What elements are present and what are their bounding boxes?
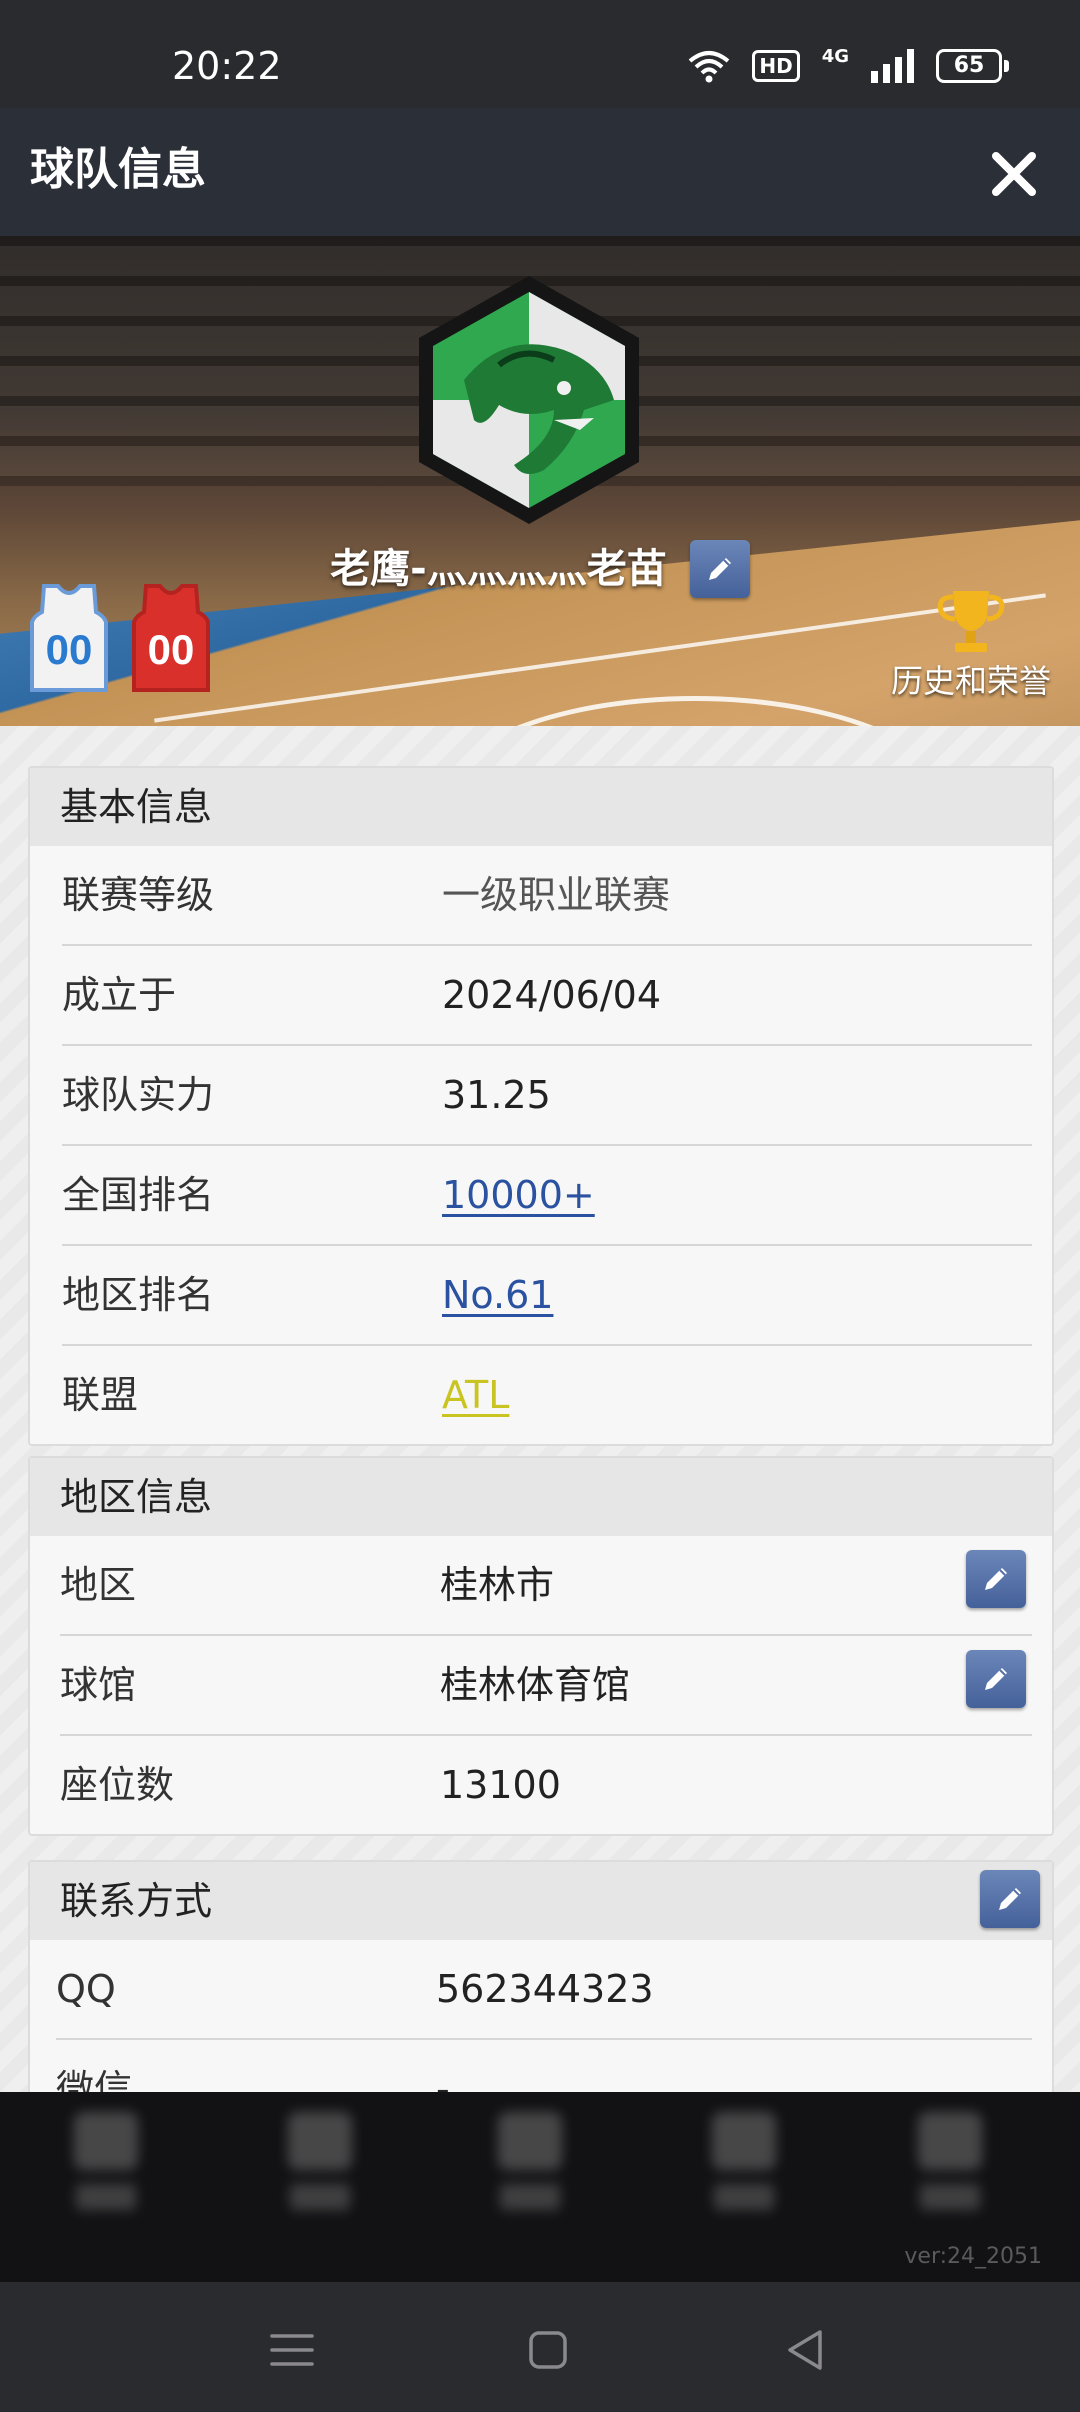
row-value: 31.25 [442,1073,551,1117]
edit-arena-button[interactable] [966,1650,1026,1708]
row-value: 一级职业联赛 [442,873,671,917]
national-rank-link[interactable]: 10000+ [442,1170,595,1220]
panel-header: 地区信息 [30,1458,1052,1536]
edit-team-name-button[interactable] [689,540,750,598]
row-value: - [436,2067,450,2092]
row-label: 地区排名 [62,1273,215,1317]
info-row-region: 地区 桂林市 [60,1536,1032,1636]
edit-region-button[interactable] [966,1550,1026,1608]
home-jersey-icon[interactable]: 00 [24,582,114,694]
row-label: 球馆 [60,1663,137,1707]
row-label: 全国排名 [62,1173,215,1217]
row-value: 2024/06/04 [442,973,662,1017]
trophy-icon [937,591,1005,652]
row-label: 球队实力 [62,1073,215,1117]
signal-icon [871,49,914,83]
back-icon[interactable] [776,2320,836,2380]
network-type: 4G [821,46,849,67]
nav-item-2[interactable] [280,2112,360,2222]
contact-info-panel: 联系方式 QQ 562344323 微信 - [28,1860,1054,2092]
edit-contact-button[interactable] [980,1870,1040,1928]
nav-item-4[interactable] [704,2112,784,2222]
content-area[interactable]: 基本信息 联赛等级 一级职业联赛 成立于 2024/06/04 球队实力 31.… [0,726,1080,2092]
home-icon[interactable] [518,2320,578,2380]
status-icons: HD 4G 65 [688,44,1009,88]
away-jersey-number: 00 [148,626,195,673]
row-value: 562344323 [436,1967,654,2011]
status-bar: 20:22 HD 4G 65 [0,0,1080,108]
home-jersey-number: 00 [46,626,93,673]
row-label: QQ [56,1967,116,2011]
alliance-link[interactable]: ATL [442,1370,509,1420]
region-info-panel: 地区信息 地区 桂林市 球馆 桂林体育馆 座位数 13100 [28,1456,1054,1836]
battery-level: 65 [953,53,985,78]
wifi-icon [689,51,730,83]
row-label: 地区 [60,1563,137,1607]
regional-rank-link[interactable]: No.61 [442,1270,553,1320]
info-row-arena: 球馆 桂林体育馆 [60,1636,1032,1736]
away-jersey-icon[interactable]: 00 [126,582,216,694]
nav-item-5[interactable] [910,2112,990,2222]
hd-badge: HD [752,50,800,82]
jerseys: 00 00 [24,582,216,694]
team-logo-dragon-icon [419,276,639,524]
basic-info-panel: 基本信息 联赛等级 一级职业联赛 成立于 2024/06/04 球队实力 31.… [28,766,1054,1446]
honors-button[interactable]: 历史和荣誉 [876,585,1066,701]
version-label: ver:24_2051 [904,2244,1042,2269]
row-label: 座位数 [60,1763,175,1807]
title-bar: 球队信息 [0,108,1080,236]
bottom-nav: ver:24_2051 [0,2092,1080,2282]
row-label: 联赛等级 [62,873,215,917]
info-row-regional-rank: 地区排名 No.61 [62,1246,1032,1346]
nav-item-1[interactable] [66,2112,146,2222]
panel-header: 基本信息 [30,768,1052,846]
page-title: 球队信息 [30,144,206,195]
team-name: 老鹰-灬灬灬灬老苗 [330,546,667,592]
row-label: 联盟 [62,1373,139,1417]
status-time: 20:22 [172,44,282,88]
info-row-team-strength: 球队实力 31.25 [62,1046,1032,1146]
row-value: 桂林市 [440,1563,555,1607]
info-row-seats: 座位数 13100 [60,1736,1032,1834]
row-label: 微信 [56,2067,133,2092]
pencil-icon [999,1888,1021,1910]
panel-title: 地区信息 [60,1475,213,1519]
panel-title: 基本信息 [60,785,213,829]
row-value: 桂林体育馆 [440,1663,631,1707]
info-row-founded: 成立于 2024/06/04 [62,946,1032,1046]
panel-title: 联系方式 [60,1879,213,1923]
info-row-alliance: 联盟 ATL [62,1346,1032,1444]
close-icon[interactable] [986,146,1042,202]
honors-label: 历史和荣誉 [890,662,1051,700]
info-row-national-rank: 全国排名 10000+ [62,1146,1032,1246]
pencil-icon [708,558,731,580]
row-value: 13100 [440,1763,561,1807]
row-label: 成立于 [62,973,177,1017]
panel-header: 联系方式 [30,1862,1052,1940]
info-row-qq: QQ 562344323 [56,1940,1032,2040]
info-row-wechat: 微信 - [56,2040,1032,2092]
pencil-icon [985,1668,1007,1690]
info-row-league-level: 联赛等级 一级职业联赛 [62,846,1032,946]
menu-icon[interactable] [262,2320,322,2380]
system-nav-bar [0,2282,1080,2412]
battery-icon: 65 [936,49,1009,83]
nav-item-3[interactable] [490,2112,570,2222]
pencil-icon [985,1568,1007,1590]
